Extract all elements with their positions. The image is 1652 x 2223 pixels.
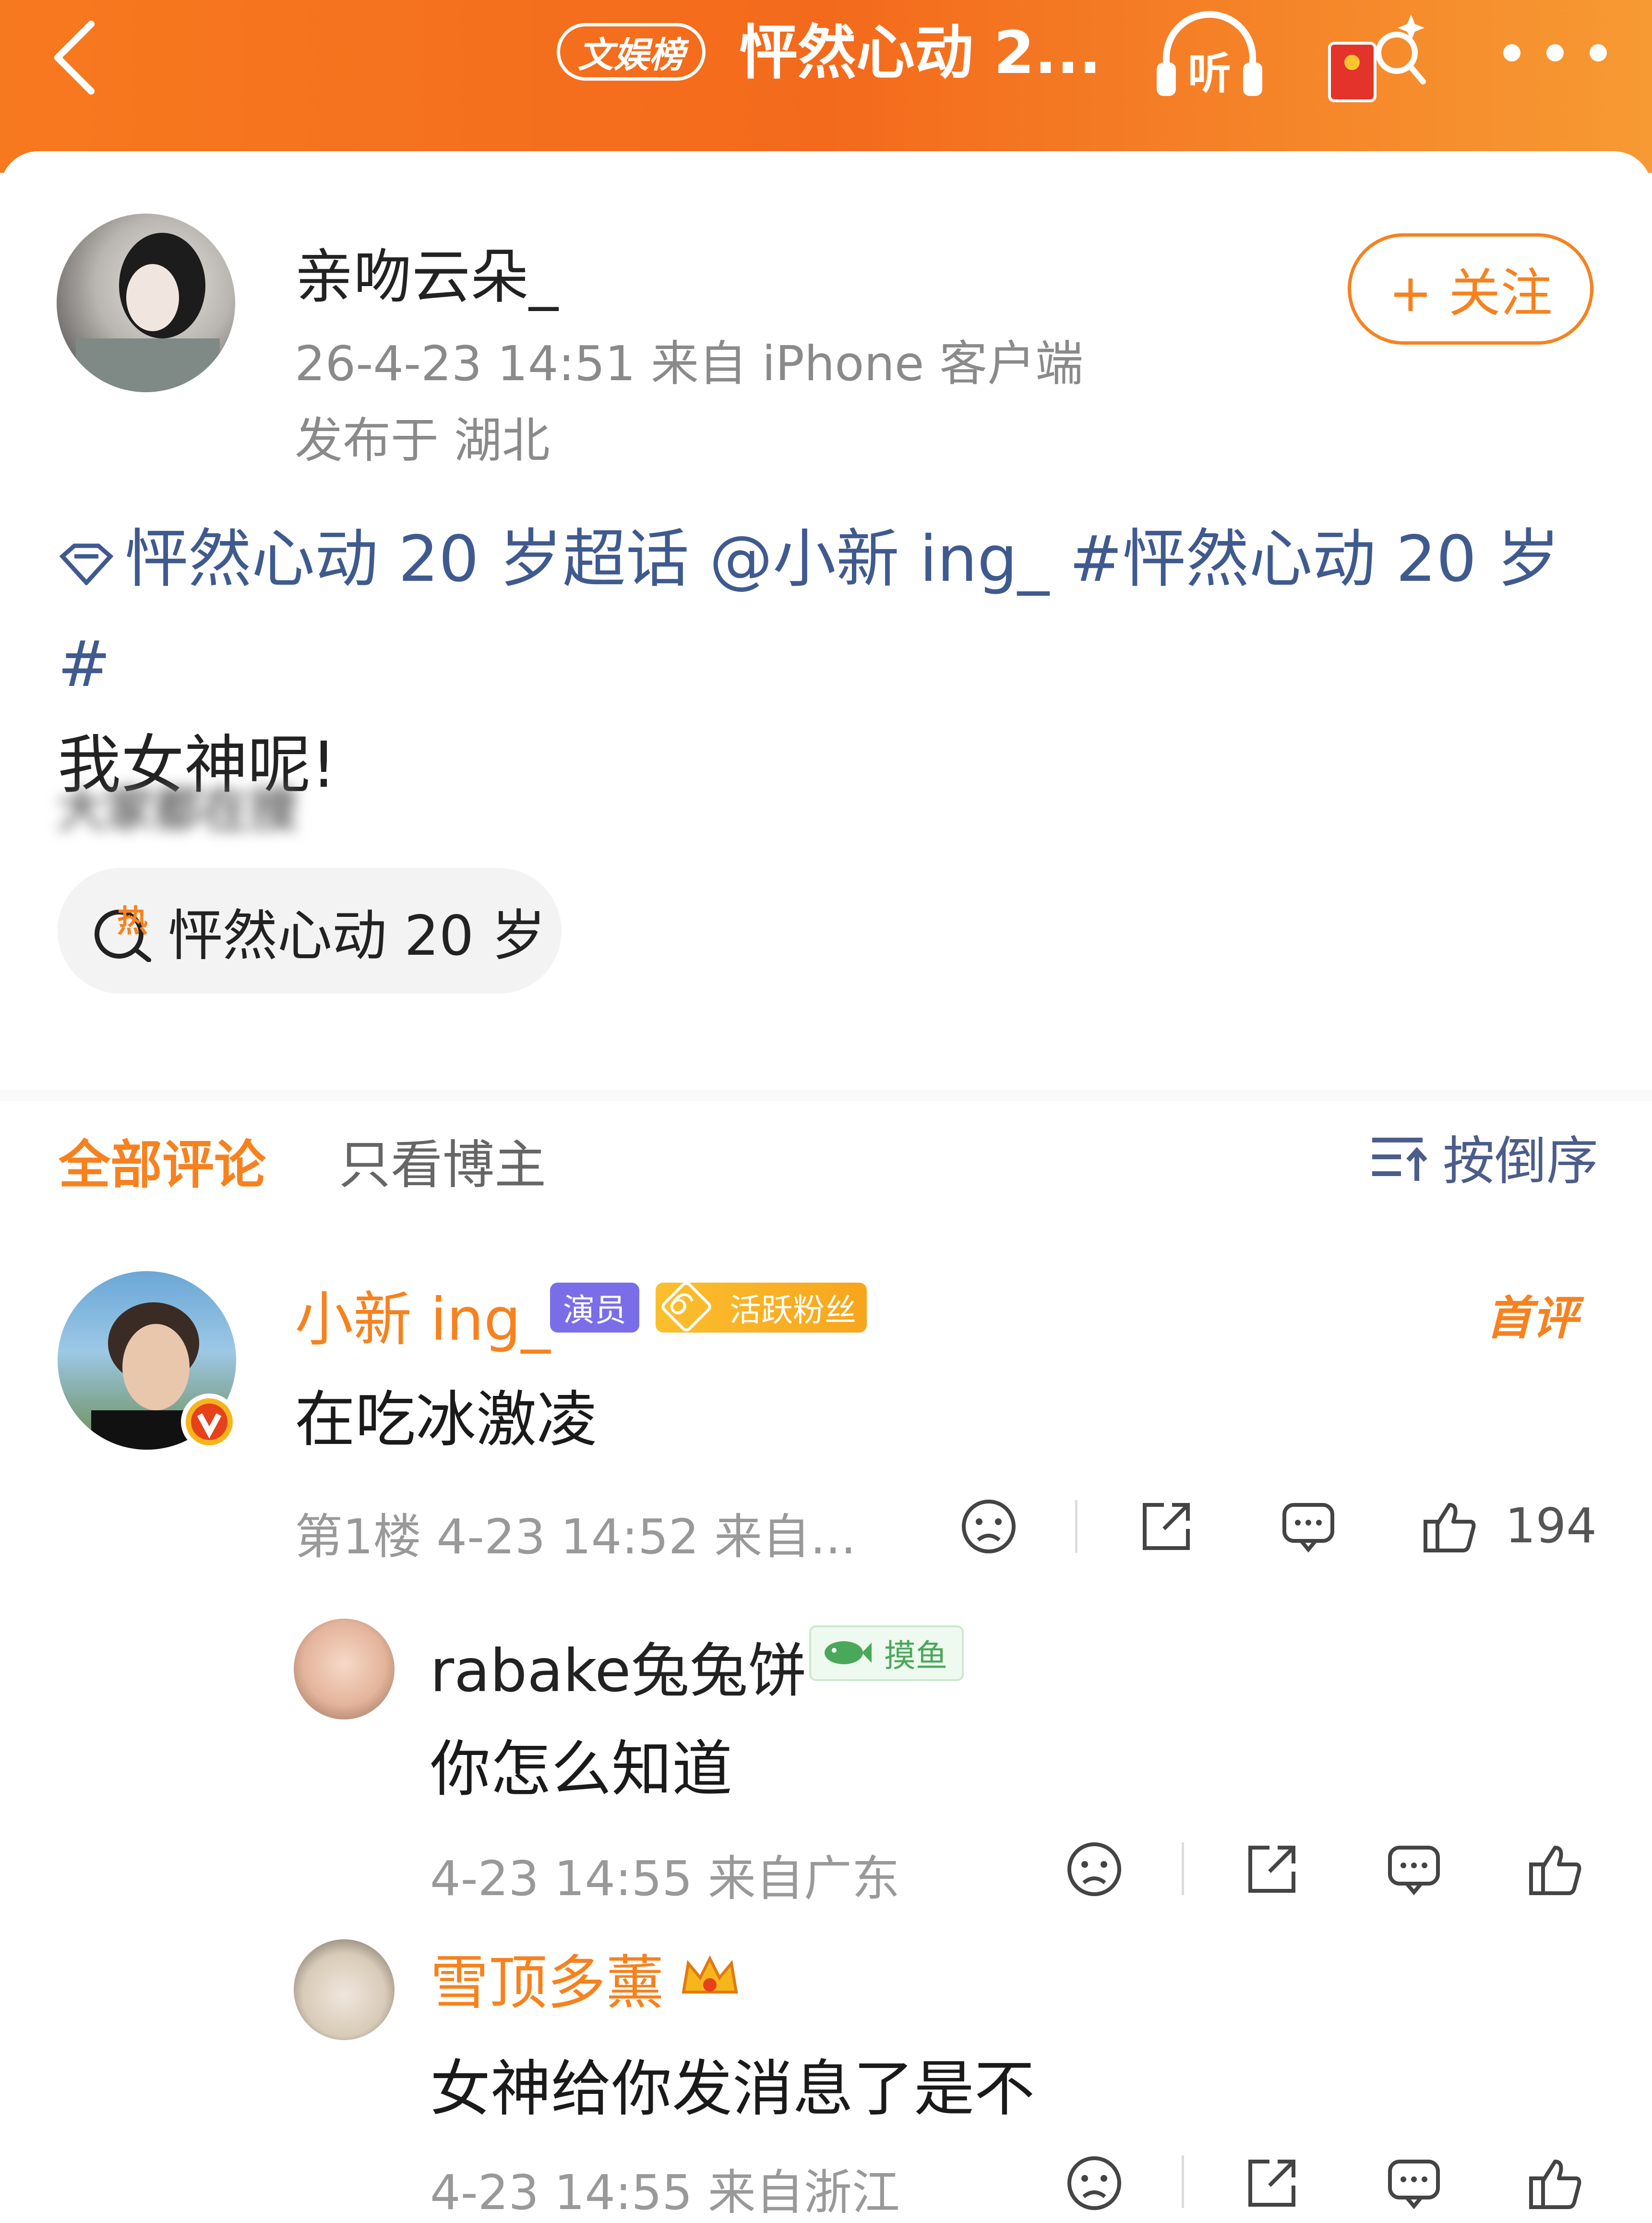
reply-button[interactable] xyxy=(1380,2150,1448,2217)
sad-face-icon xyxy=(1067,2156,1121,2210)
sad-face-icon xyxy=(1067,1842,1121,1896)
action-divider xyxy=(1075,1500,1077,1553)
fan-level: 6 xyxy=(659,1279,714,1334)
action-divider xyxy=(1182,1842,1184,1895)
share-icon xyxy=(1248,2160,1295,2207)
reply-text: 女神给你发消息了是不 xyxy=(430,2054,1035,2124)
like-button[interactable] xyxy=(1521,2150,1589,2217)
share-icon xyxy=(1248,1846,1295,1893)
role-badge[interactable]: 演员 xyxy=(550,1283,639,1333)
dislike-button[interactable] xyxy=(1061,2150,1128,2217)
share-button[interactable] xyxy=(1238,1836,1305,1903)
like-button[interactable] xyxy=(1416,1493,1483,1560)
supertopic-icon xyxy=(58,513,115,614)
comment-text: 在吃冰激凌 xyxy=(295,1384,597,1455)
chevron-left-icon xyxy=(54,21,95,95)
commenter-name[interactable]: 小新 ing_ xyxy=(295,1272,550,1357)
comment-bubble-icon xyxy=(1282,1503,1334,1553)
mention-link[interactable]: @小新 ing_ xyxy=(709,522,1049,596)
share-button[interactable] xyxy=(1133,1493,1200,1560)
thumbs-up-icon xyxy=(1424,1503,1476,1552)
thumbs-up-icon xyxy=(1529,2160,1581,2209)
fish-badge[interactable]: 摸鱼 xyxy=(809,1625,964,1681)
red-envelope-button[interactable] xyxy=(1325,10,1430,106)
supertopic-link[interactable]: 怦然心动 20 岁超话 xyxy=(125,522,689,596)
share-button[interactable] xyxy=(1238,2150,1305,2217)
hot-badge: 热 xyxy=(117,904,148,939)
hot-search-label: 怦然心动 20 岁 xyxy=(168,903,546,968)
reply-meta: 4-23 14:55 来自浙江 xyxy=(430,2164,900,2221)
page-title: 怦然心动 2... xyxy=(739,19,1101,87)
post-body: 怦然心动 20 岁超话 @小新 ing_ #怦然心动 20 岁# 我女神呢! xyxy=(58,509,1603,816)
listen-button[interactable]: 听 xyxy=(1152,10,1267,101)
reply-text: 你怎么知道 xyxy=(430,1734,732,1804)
dislike-button[interactable] xyxy=(955,1493,1022,1560)
fish-badge-label: 摸鱼 xyxy=(884,1637,947,1674)
verified-v-icon xyxy=(181,1394,238,1450)
crown-icon xyxy=(682,1955,738,1994)
fan-badge[interactable]: 6 活跃粉丝 xyxy=(656,1279,867,1334)
sort-button[interactable]: 按倒序 xyxy=(1370,1123,1598,1191)
post-location: 发布于 湖北 xyxy=(295,412,550,469)
follow-button[interactable]: + 关注 xyxy=(1348,233,1593,345)
reply-button[interactable] xyxy=(1380,1836,1448,1903)
author-name[interactable]: 亲吻云朵_ xyxy=(295,229,558,314)
post-time-source: 26-4-23 14:51 来自 iPhone 客户端 xyxy=(295,336,1084,392)
share-icon xyxy=(1143,1503,1190,1550)
more-dots-icon xyxy=(1503,44,1607,61)
tab-all-comments[interactable]: 全部评论 xyxy=(59,1123,266,1198)
more-button[interactable] xyxy=(1497,34,1613,72)
sad-face-icon xyxy=(962,1500,1016,1553)
reply-user[interactable]: 雪顶多薰 xyxy=(430,1944,741,2017)
comment-bubble-icon xyxy=(1388,1846,1440,1896)
fan-badge-label: 活跃粉丝 xyxy=(730,1292,856,1329)
comment-bubble-icon xyxy=(1388,2160,1440,2210)
first-comment-tag: 首评 xyxy=(1486,1291,1578,1345)
trending-label: 大家都在搜 xyxy=(58,781,298,838)
reply-user-name: 雪顶多薰 xyxy=(430,1948,664,2017)
action-divider xyxy=(1182,2155,1184,2208)
author-avatar[interactable] xyxy=(57,214,235,392)
listen-label: 听 xyxy=(1188,48,1231,99)
tab-only-author[interactable]: 只看博主 xyxy=(339,1123,546,1198)
hot-search-pill[interactable]: 热 怦然心动 20 岁 xyxy=(58,868,562,994)
reply-avatar[interactable] xyxy=(294,1619,395,1719)
reply-meta: 4-23 14:55 来自广东 xyxy=(430,1850,900,1907)
fish-icon xyxy=(825,1641,872,1664)
like-button[interactable] xyxy=(1521,1836,1589,1903)
category-badge[interactable]: 文娱榜 xyxy=(557,23,706,81)
reply-user[interactable]: rabake兔兔饼 xyxy=(430,1623,806,1708)
like-count: 194 xyxy=(1505,1498,1597,1554)
sort-icon xyxy=(1372,1138,1427,1181)
hot-search-icon: 热 xyxy=(91,900,154,962)
sort-label: 按倒序 xyxy=(1443,1131,1599,1191)
reply-button[interactable] xyxy=(1275,1493,1342,1560)
thumbs-up-icon xyxy=(1529,1846,1581,1895)
verified-badge xyxy=(180,1393,238,1451)
comment-meta: 第1楼 4-23 14:52 来自... xyxy=(295,1509,856,1565)
reply-avatar[interactable] xyxy=(294,1939,395,2040)
red-envelope-icon xyxy=(1328,14,1426,102)
dislike-button[interactable] xyxy=(1061,1836,1128,1903)
back-button[interactable] xyxy=(43,10,115,96)
section-divider xyxy=(0,1090,1652,1101)
avatar-figure-icon xyxy=(76,233,220,392)
